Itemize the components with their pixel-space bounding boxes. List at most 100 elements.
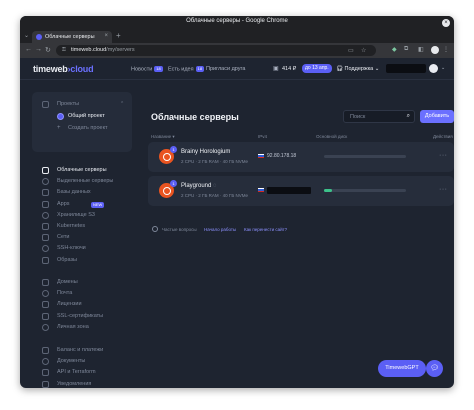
column-name[interactable]: Название ▾ xyxy=(151,134,175,140)
column-disk: Основной диск xyxy=(316,134,348,139)
folder-icon xyxy=(42,101,49,108)
key-icon xyxy=(42,245,49,253)
ubuntu-icon: 1 xyxy=(159,180,177,198)
extensions-puzzle-icon[interactable]: ⧉ xyxy=(404,46,408,53)
bookmark-star-icon[interactable]: ☆ xyxy=(361,47,366,54)
sidebar-item[interactable]: Kubernetes xyxy=(32,222,132,232)
sidebar-item[interactable]: SSL-сертификаты xyxy=(32,312,132,322)
code-icon xyxy=(42,369,49,377)
table-row[interactable]: 1 Playground ◌ 2 CPU · 2 ГБ RAM · 40 ГБ NV… xyxy=(148,176,454,206)
search-box[interactable]: ⌕ xyxy=(343,110,415,123)
site-info-icon[interactable]: ⚿ xyxy=(62,47,66,53)
browser-tab[interactable]: Облачные серверы × xyxy=(32,31,112,43)
chat-icon[interactable]: 💬︎ xyxy=(426,360,443,377)
server-spec: 2 CPU · 2 ГБ RAM · 40 ГБ NVMe xyxy=(181,193,249,198)
sidebar-item[interactable]: Документы xyxy=(32,357,132,367)
sidebar: Проекты ⌃ Общий проект + Создать проект … xyxy=(32,92,136,388)
sidebar-item[interactable]: Домены xyxy=(32,278,132,288)
sidebar-item[interactable]: API и Terraform xyxy=(32,368,132,378)
news-link[interactable]: Новости 18 xyxy=(131,66,163,72)
side-panel-icon[interactable]: ◧ xyxy=(418,46,424,53)
projects-label: Проекты xyxy=(57,101,80,107)
sidebar-item-label: Баланс и платежи xyxy=(57,347,104,353)
sidebar-item[interactable]: Выделенные серверы xyxy=(32,177,132,187)
support-menu[interactable]: 🎧︎ Поддержка ⌄ xyxy=(336,66,379,72)
tab-search-icon[interactable]: ⌄ xyxy=(24,32,29,39)
timeweb-gpt-button[interactable]: TimewebGPT xyxy=(378,360,426,377)
invite-friend-link[interactable]: Пригласи друга xyxy=(206,66,246,72)
chevron-up-icon[interactable]: ⌃ xyxy=(120,101,124,107)
project-selected-radio[interactable] xyxy=(57,113,64,120)
logo-main-text: timeweb xyxy=(33,64,68,74)
ubuntu-ring xyxy=(162,186,171,195)
kubernetes-icon xyxy=(42,223,49,230)
timeweb-logo[interactable]: timeweb›cloud xyxy=(33,64,94,74)
sidebar-item[interactable]: Баланс и платежи xyxy=(32,346,132,356)
globe-icon xyxy=(42,279,49,286)
sidebar-item[interactable]: Базы данных xyxy=(32,188,132,198)
forward-icon[interactable]: → xyxy=(35,46,42,53)
tab-close-icon[interactable]: × xyxy=(104,33,108,39)
tab-title: Облачные серверы xyxy=(45,34,95,40)
new-tab-icon[interactable]: + xyxy=(116,31,121,40)
faq-link-migrate[interactable]: Как перенести сайт? xyxy=(244,227,287,232)
table-row[interactable]: 1 Brainy Horologium 2 CPU · 2 ГБ RAM · 40… xyxy=(148,142,454,172)
url-input[interactable]: ⚿ timeweb.cloud/my/servers ▭ ☆ xyxy=(56,45,376,56)
create-project-item[interactable]: + Создать проект xyxy=(32,124,132,134)
sidebar-item-label: Почта xyxy=(57,290,73,297)
logo-accent-text: ›cloud xyxy=(67,64,94,74)
server-ip[interactable]: 92.80.178.18 xyxy=(267,153,296,159)
reload-icon[interactable]: ↻ xyxy=(45,46,51,54)
idea-link[interactable]: Есть идея 18 xyxy=(168,66,205,72)
sidebar-item[interactable]: Лицензии xyxy=(32,300,132,310)
server-name[interactable]: Playground ◌ xyxy=(181,183,217,189)
faq-link-start[interactable]: Начало работы xyxy=(204,227,236,232)
cast-icon[interactable]: ▭ xyxy=(348,47,354,54)
mail-icon xyxy=(42,290,49,298)
os-count-badge: 1 xyxy=(170,180,177,187)
column-ipv4: IPv4 xyxy=(258,134,268,139)
search-input[interactable] xyxy=(350,113,400,121)
extension-icon[interactable]: ◆ xyxy=(392,46,397,53)
create-project-label: Создать проект xyxy=(68,125,108,131)
window-close-icon[interactable]: × xyxy=(442,19,450,27)
sidebar-item[interactable]: SSH-ключи xyxy=(32,244,132,254)
idea-badge: 18 xyxy=(195,66,205,72)
add-server-button[interactable]: Добавить xyxy=(420,110,454,123)
sidebar-item[interactable]: Образы xyxy=(32,256,132,266)
os-count-badge: 1 xyxy=(170,146,177,153)
account-chevron-icon[interactable]: ⌄ xyxy=(441,65,445,71)
more-actions-icon[interactable]: ··· xyxy=(439,186,448,193)
wallet-icon xyxy=(42,347,49,354)
app-header: timeweb›cloud Новости 18 Есть идея 18 Приг… xyxy=(20,58,454,80)
invite-label: Пригласи друга xyxy=(206,66,246,72)
storage-icon xyxy=(42,211,49,219)
sidebar-item[interactable]: Сети xyxy=(32,233,132,243)
more-actions-icon[interactable]: ··· xyxy=(439,152,448,159)
sidebar-item[interactable]: Хранилище S3 xyxy=(32,211,132,221)
sidebar-item[interactable]: Облачные серверы xyxy=(32,166,132,176)
balance-days-badge: до 13 апр. xyxy=(302,64,332,73)
sidebar-item[interactable]: Личная зона xyxy=(32,323,132,333)
bell-icon xyxy=(42,380,49,388)
sidebar-item-label: Личная зона xyxy=(57,323,89,330)
sidebar-item-label: Документы xyxy=(57,358,86,365)
russia-flag-icon xyxy=(258,154,264,158)
search-icon[interactable]: ⌕ xyxy=(407,113,410,120)
chrome-menu-icon[interactable]: ⋮ xyxy=(443,46,449,53)
new-badge: NEW xyxy=(91,201,105,208)
back-icon[interactable]: ← xyxy=(25,46,32,53)
projects-header[interactable]: Проекты ⌃ xyxy=(32,100,132,110)
user-avatar[interactable] xyxy=(429,64,438,73)
project-item-default[interactable]: Общий проект xyxy=(32,112,132,122)
tab-strip: ⌄ Облачные серверы × + xyxy=(20,30,454,43)
server-name[interactable]: Brainy Horologium xyxy=(181,149,230,155)
column-actions: Действия xyxy=(433,134,453,139)
ubuntu-ring xyxy=(162,152,171,161)
account-name-redacted[interactable] xyxy=(386,64,426,73)
profile-avatar[interactable] xyxy=(431,46,439,54)
sidebar-item[interactable]: Почта xyxy=(32,289,132,299)
sidebar-item[interactable]: Уведомления xyxy=(32,380,132,388)
sidebar-item[interactable]: Apps NEW xyxy=(32,200,132,210)
ubuntu-icon: 1 xyxy=(159,146,177,164)
